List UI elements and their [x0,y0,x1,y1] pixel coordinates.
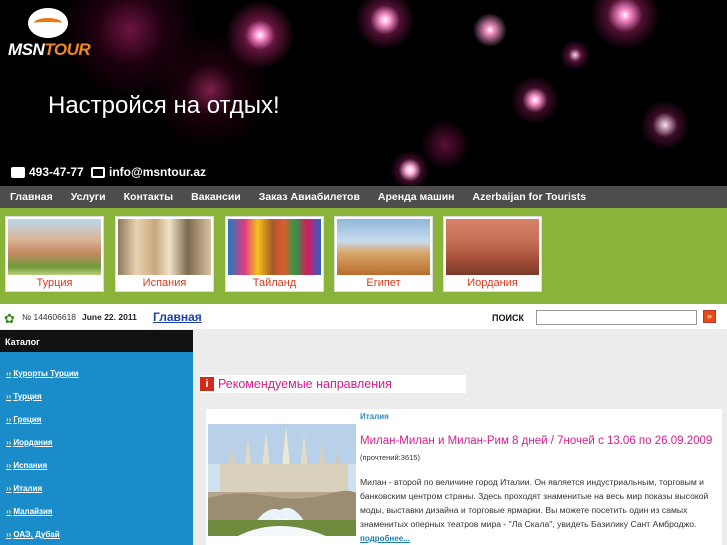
header-slogan: Настройся на отдых! [48,92,280,119]
logo-text-msn: MSN [8,40,45,59]
milan-cathedral-photo[interactable] [208,424,356,536]
sidebar-item-label: Греция [13,415,42,424]
sidebar-item-malaysia[interactable]: ›› Малайзия [6,507,53,516]
spain-photo [118,219,211,275]
sidebar-item-jordan[interactable]: ›› Иордания [6,438,53,447]
phone-icon [11,166,25,178]
read-more-link[interactable]: подробнее... [360,534,410,543]
recommended-title: Рекомендуемые направления [218,377,392,391]
turkey-photo [8,219,101,275]
sidebar-item-label: ОАЭ, Дубай [13,530,60,539]
sidebar-item-greece[interactable]: ›› Греция [6,415,41,424]
destination-egypt[interactable]: Египет [334,216,433,292]
nav-item-services[interactable]: Услуги [71,191,106,203]
destination-spain[interactable]: Испания [115,216,214,292]
email-address[interactable]: info@msntour.az [109,165,206,179]
chevron-right-icon: ›› [6,530,12,539]
destination-jordan[interactable]: Иордания [443,216,542,292]
nav-item-vacancies[interactable]: Вакансии [191,191,241,203]
sidebar-item-spain[interactable]: ›› Испания [6,461,47,470]
main-nav: Главная Услуги Контакты Вакансии Заказ А… [0,186,727,208]
logo-text-tour: TOUR [44,40,91,59]
search-button[interactable]: » [703,310,716,323]
chevron-right-icon: ›› [6,461,12,470]
chevron-right-icon: ›› [6,392,12,401]
msntour-logo[interactable]: MSNTOUR [8,8,91,60]
destinations-band: Турция Испания Тайланд Египет Иордания [0,208,727,304]
logo-swoosh-icon [34,18,62,28]
nav-item-home[interactable]: Главная [10,191,53,203]
egypt-photo [337,219,430,275]
sidebar-item-label: Турция [13,392,42,401]
catalog-sidebar: ›› Курорты Турции ›› Турция ›› Греция ›› Иор… [0,352,193,545]
thailand-photo [228,219,321,275]
visit-counter: № 144606618 [22,312,77,322]
read-count: (прочтений:3615) [360,453,420,462]
sidebar-item-turkey[interactable]: ›› Турция [6,392,42,401]
destination-label: Турция [36,277,73,289]
search-arrow-icon: » [706,311,712,321]
recommended-heading: i Рекомендуемые направления [200,375,466,393]
email-contact[interactable]: info@msntour.az [91,165,206,179]
tour-description-text: Милан - второй по величине город Италии.… [360,477,709,529]
nav-item-azerbaijan[interactable]: Azerbaijan for Tourists [473,191,587,203]
search-label: ПОИСК [492,313,524,323]
sidebar-item-label: Иордания [13,438,53,447]
nav-item-car-rental[interactable]: Аренда машин [378,191,455,203]
nav-item-air-tickets[interactable]: Заказ Авиабилетов [259,191,360,203]
destination-label: Египет [366,277,401,289]
jordan-photo [446,219,539,275]
info-icon: i [200,377,214,391]
info-bar: ✿ № 144606618 June 22. 2011 Главная ПОИС… [0,304,727,330]
page: MSNTOUR Настройся на отдых! 493-47-77 in… [0,0,727,545]
sidebar-item-label: Малайзия [13,507,53,516]
header-banner: MSNTOUR Настройся на отдых! 493-47-77 in… [0,0,727,186]
destination-label: Тайланд [252,277,297,289]
chevron-right-icon: ›› [6,415,12,424]
sidebar-item-italy[interactable]: ›› Италия [6,484,42,493]
featured-tour-card: Италия Милан-Милан и Милан-Рим 8 дней / … [206,409,722,545]
logo-text: MSNTOUR [8,40,91,60]
search-input[interactable] [536,310,697,325]
clover-icon: ✿ [4,311,15,326]
sidebar-item-label: Курорты Турции [13,369,79,378]
chevron-right-icon: ›› [6,507,12,516]
chevron-right-icon: ›› [6,369,12,378]
sidebar-item-uae-dubai[interactable]: ›› ОАЭ, Дубай [6,530,60,539]
current-date: June 22. 2011 [82,312,137,322]
tour-category[interactable]: Италия [360,412,389,421]
sidebar-item-label: Италия [13,484,43,493]
destination-thailand[interactable]: Тайланд [225,216,324,292]
tour-description: Милан - второй по величине город Италии.… [360,475,716,545]
tour-title-link[interactable]: Милан-Милан и Милан-Рим 8 дней / 7ночей … [360,435,712,447]
chevron-right-icon: ›› [6,438,12,447]
catalog-heading: Каталог [0,330,193,352]
sidebar-item-label: Испания [13,461,48,470]
destination-label: Испания [142,277,187,289]
mail-icon [91,166,105,178]
destination-label: Иордания [467,277,518,289]
phone-contact: 493-47-77 [11,165,84,179]
nav-item-contacts[interactable]: Контакты [124,191,174,203]
phone-number: 493-47-77 [29,165,84,179]
breadcrumb-home-link[interactable]: Главная [153,310,202,324]
sidebar-item-turkey-resorts[interactable]: ›› Курорты Турции [6,369,79,378]
destination-turkey[interactable]: Турция [5,216,104,292]
chevron-right-icon: ›› [6,484,12,493]
